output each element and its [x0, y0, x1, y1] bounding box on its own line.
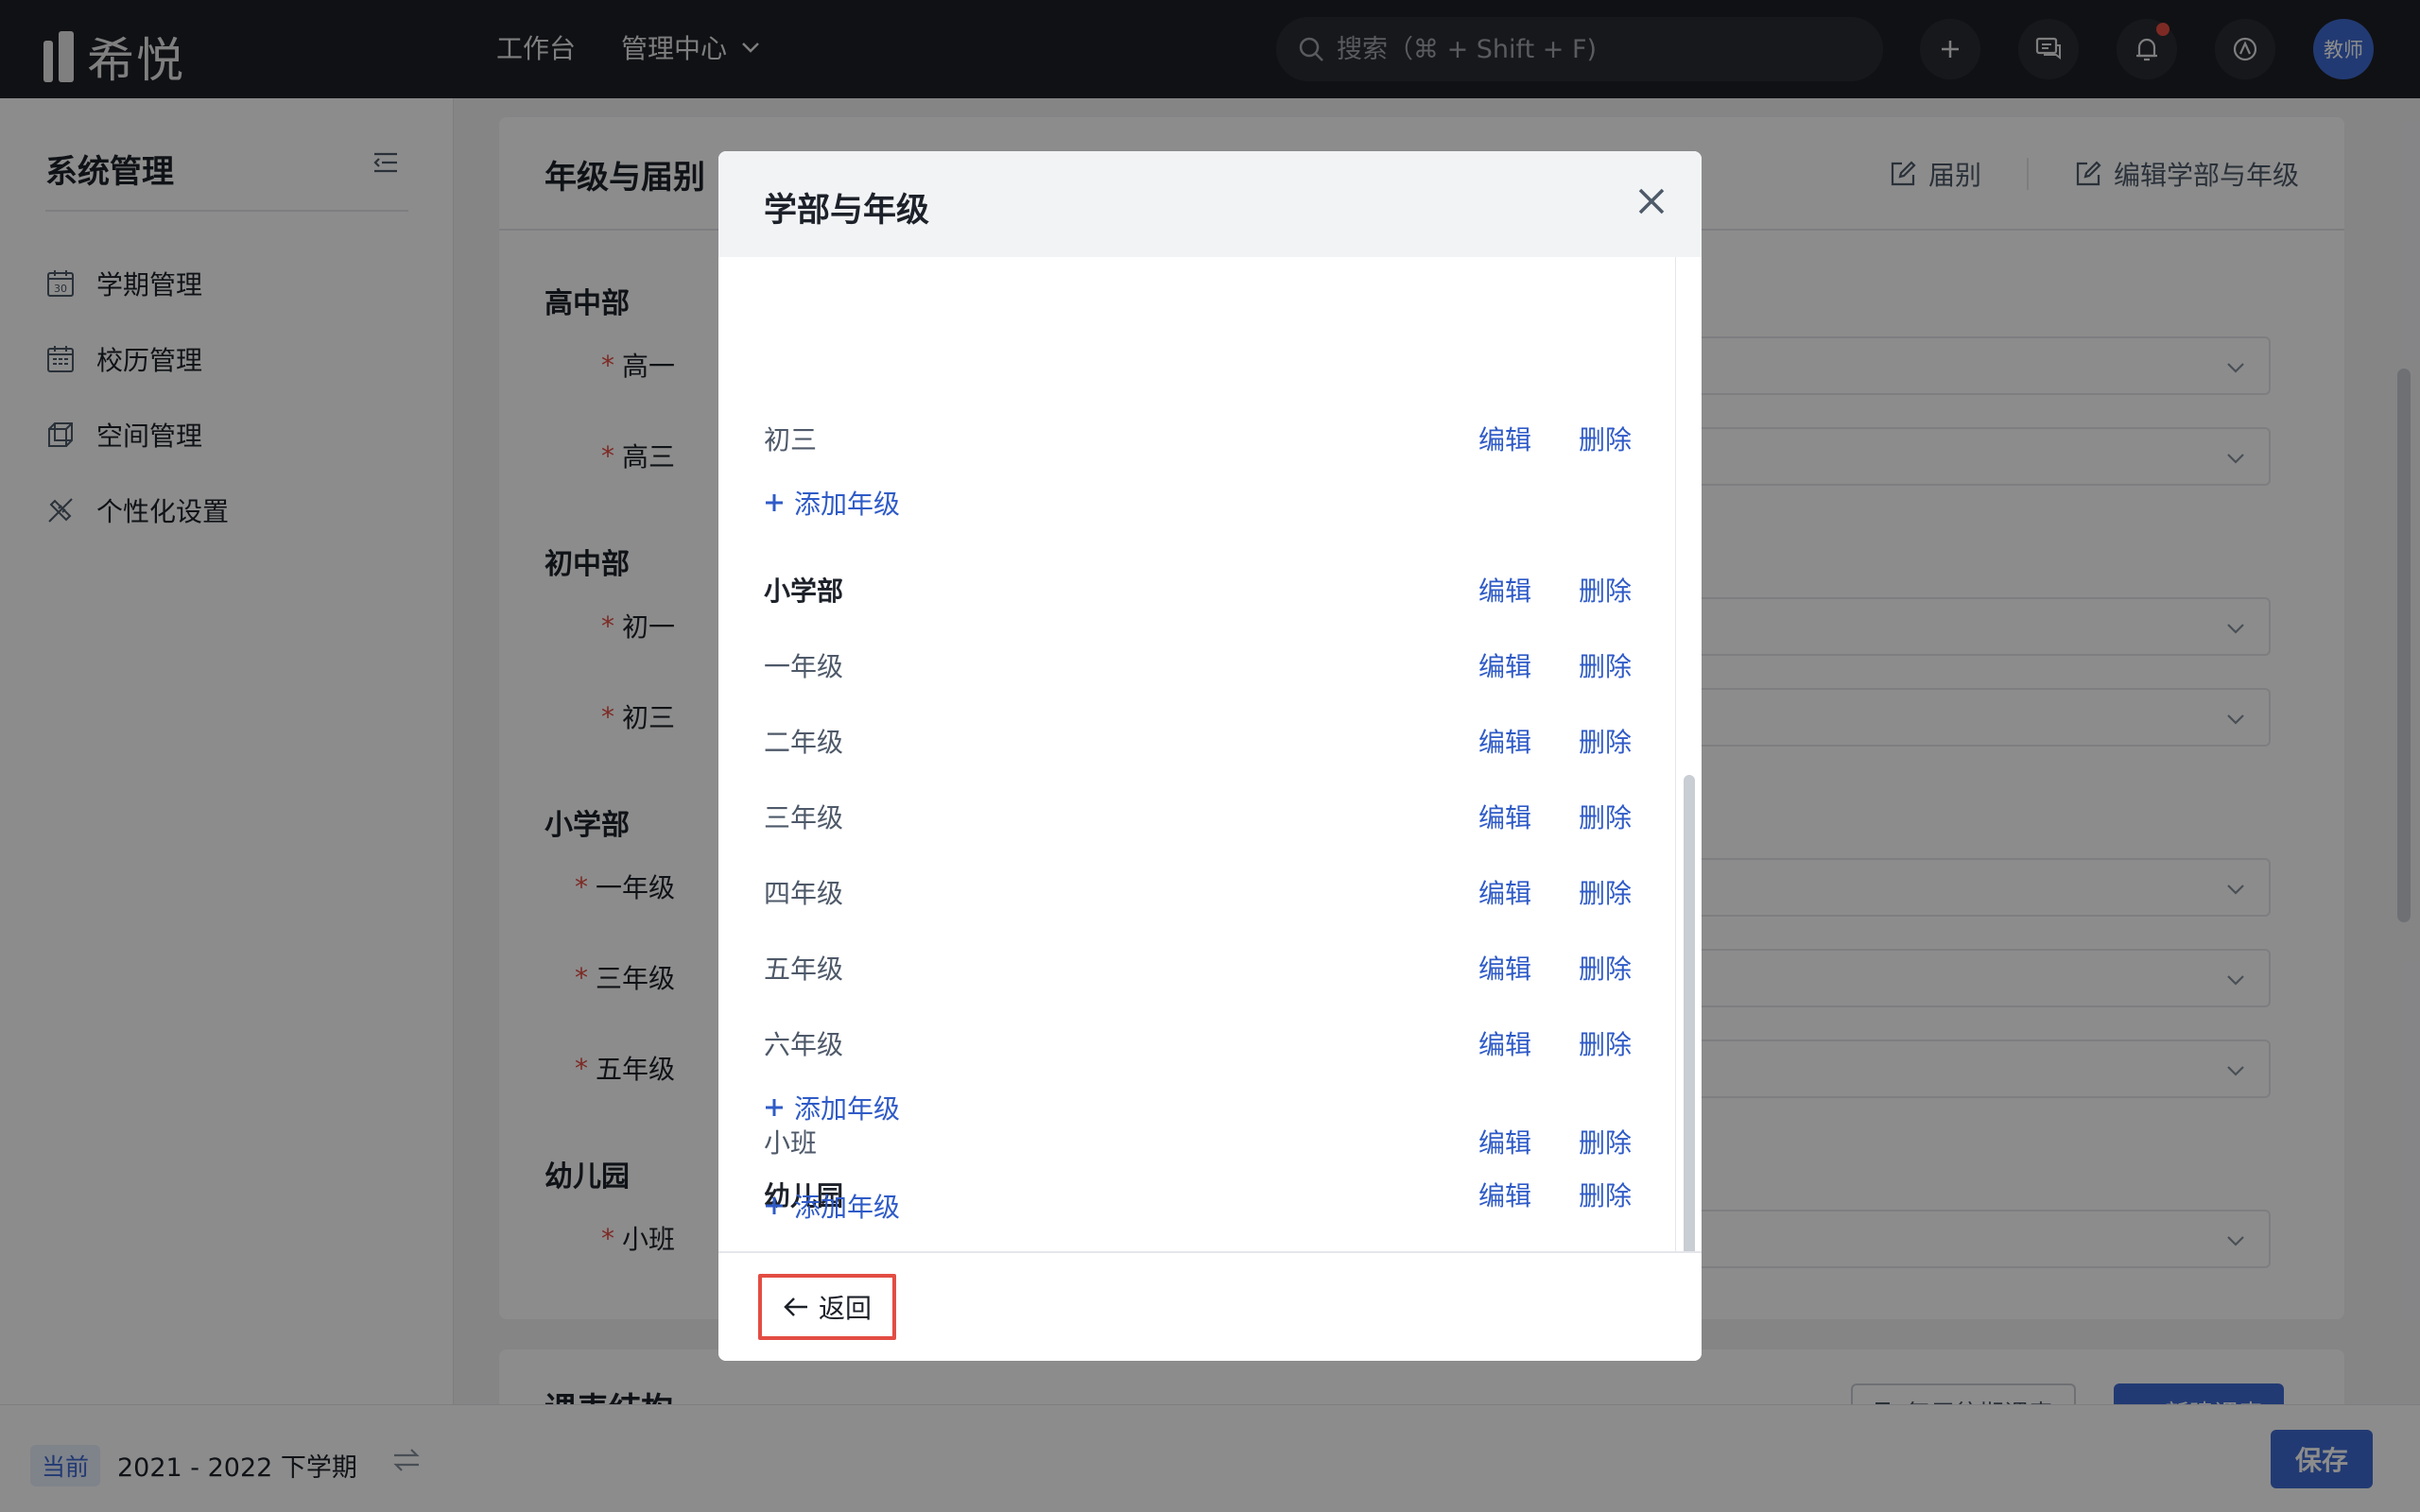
modal-title: 学部与年级 [764, 192, 930, 230]
plus-icon [766, 1099, 783, 1116]
modal-scrollbar-track [1675, 257, 1702, 1334]
list-item: 五年级 编辑 删除 [764, 944, 1632, 991]
add-grade-button[interactable]: 添加年级 [764, 1187, 900, 1225]
delete-link[interactable]: 删除 [1579, 646, 1632, 684]
list-item: 四年级 编辑 删除 [764, 868, 1632, 916]
list-item: 一年级 编辑 删除 [764, 642, 1632, 689]
list-item: 小班 编辑 删除 [764, 1118, 1632, 1165]
edit-link[interactable]: 编辑 [1478, 1176, 1531, 1213]
dept-grade-modal: 学部与年级 初三 编辑 删除 添加年级 小学部 编辑 删除 一年级 编辑 删除 二年级… [718, 151, 1702, 1361]
edit-link[interactable]: 编辑 [1478, 873, 1531, 911]
delete-link[interactable]: 删除 [1579, 1024, 1632, 1062]
edit-link[interactable]: 编辑 [1478, 420, 1531, 457]
add-grade-button[interactable]: 添加年级 [764, 484, 900, 522]
list-item: 二年级 编辑 删除 [764, 717, 1632, 765]
edit-link[interactable]: 编辑 [1478, 571, 1531, 609]
back-button-label: 返回 [818, 1293, 872, 1324]
list-item: 初三 编辑 删除 [764, 415, 1632, 462]
list-item: 三年级 编辑 删除 [764, 793, 1632, 840]
delete-link[interactable]: 删除 [1579, 571, 1632, 609]
list-item: 六年级 编辑 删除 [764, 1020, 1632, 1067]
delete-link[interactable]: 删除 [1579, 798, 1632, 835]
edit-link[interactable]: 编辑 [1478, 798, 1531, 835]
edit-link[interactable]: 编辑 [1478, 949, 1531, 987]
edit-link[interactable]: 编辑 [1478, 1123, 1531, 1160]
modal-close-button[interactable] [1635, 185, 1668, 221]
edit-link[interactable]: 编辑 [1478, 1024, 1531, 1062]
back-button[interactable]: 返回 [758, 1274, 896, 1340]
delete-link[interactable]: 删除 [1579, 873, 1632, 911]
delete-link[interactable]: 删除 [1579, 949, 1632, 987]
delete-link[interactable]: 删除 [1579, 722, 1632, 760]
delete-link[interactable]: 删除 [1579, 1176, 1632, 1213]
arrow-left-icon [784, 1297, 807, 1316]
modal-footer: 返回 [718, 1251, 1702, 1361]
modal-header: 学部与年级 [718, 151, 1702, 257]
delete-link[interactable]: 删除 [1579, 420, 1632, 457]
close-icon [1638, 188, 1665, 215]
edit-link[interactable]: 编辑 [1478, 722, 1531, 760]
delete-link[interactable]: 删除 [1579, 1123, 1632, 1160]
plus-icon [766, 1197, 783, 1214]
plus-icon [766, 494, 783, 511]
modal-body: 初三 编辑 删除 添加年级 小学部 编辑 删除 一年级 编辑 删除 二年级 编辑 删除 … [718, 257, 1675, 1251]
edit-link[interactable]: 编辑 [1478, 646, 1531, 684]
dept-row: 小学部 编辑 删除 [764, 566, 1632, 613]
